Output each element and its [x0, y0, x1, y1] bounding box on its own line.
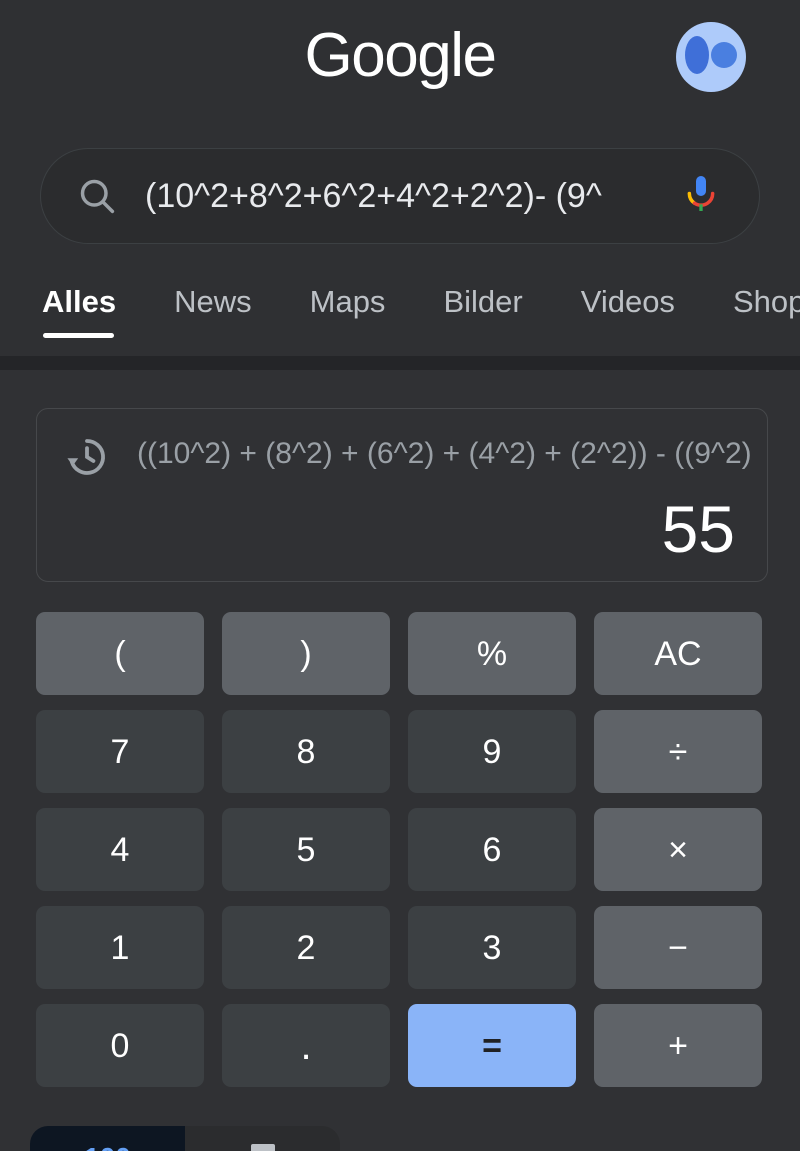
- close-paren-key[interactable]: ): [222, 612, 390, 695]
- tab-bilder[interactable]: Bilder: [443, 270, 522, 320]
- digit-0-key[interactable]: 0: [36, 1004, 204, 1087]
- tab-count-badge[interactable]: 100: [30, 1126, 185, 1151]
- percent-key[interactable]: %: [408, 612, 576, 695]
- digit-7-key[interactable]: 7: [36, 710, 204, 793]
- digit-9-key[interactable]: 9: [408, 710, 576, 793]
- digit-1-key[interactable]: 1: [36, 906, 204, 989]
- tab-news[interactable]: News: [174, 270, 252, 320]
- google-search-calculator-screen: Google (10^2+8^2+6^2+4^2+2^2)- (9^ Alles…: [0, 0, 800, 1151]
- account-avatar[interactable]: [676, 22, 746, 92]
- tab-alles[interactable]: Alles: [42, 270, 116, 338]
- all-clear-key[interactable]: AC: [594, 612, 762, 695]
- browser-bottom-bar: 100: [30, 1126, 340, 1151]
- equals-key[interactable]: =: [408, 1004, 576, 1087]
- calculator-display-card: ((10^2) + (8^2) + (6^2) + (4^2) + (2^2))…: [36, 408, 768, 582]
- tab-videos[interactable]: Videos: [581, 270, 675, 320]
- decimal-point-key[interactable]: .: [222, 1004, 390, 1087]
- multiply-key[interactable]: ×: [594, 808, 762, 891]
- tab-shopping[interactable]: Shopping: [733, 270, 800, 320]
- header: Google (10^2+8^2+6^2+4^2+2^2)- (9^ Alles…: [0, 0, 800, 356]
- add-key[interactable]: +: [594, 1004, 762, 1087]
- tab-switcher-icon: [250, 1144, 275, 1151]
- search-icon[interactable]: [75, 174, 119, 218]
- open-paren-key[interactable]: (: [36, 612, 204, 695]
- search-input[interactable]: (10^2+8^2+6^2+4^2+2^2)- (9^: [145, 176, 671, 216]
- avatar-blob-left: [685, 36, 709, 74]
- subtract-key[interactable]: −: [594, 906, 762, 989]
- digit-5-key[interactable]: 5: [222, 808, 390, 891]
- search-tabs: Alles News Maps Bilder Videos Shopping: [0, 270, 800, 356]
- header-divider: [0, 356, 800, 370]
- calculator-result: 55: [661, 492, 735, 566]
- calculator-keypad: ()% AC 7 8 9 ÷ 4 5 6 × 1 2 3− 0. = +: [36, 612, 764, 1087]
- digit-8-key[interactable]: 8: [222, 710, 390, 793]
- digit-2-key[interactable]: 2: [222, 906, 390, 989]
- avatar-blob-right: [711, 42, 737, 68]
- divide-key[interactable]: ÷: [594, 710, 762, 793]
- tab-switcher-button[interactable]: [185, 1126, 340, 1151]
- history-icon[interactable]: [63, 433, 111, 481]
- digit-6-key[interactable]: 6: [408, 808, 576, 891]
- tab-maps[interactable]: Maps: [310, 270, 386, 320]
- search-bar[interactable]: (10^2+8^2+6^2+4^2+2^2)- (9^: [40, 148, 760, 244]
- calculator-expression: ((10^2) + (8^2) + (6^2) + (4^2) + (2^2))…: [137, 437, 751, 470]
- microphone-icon[interactable]: [681, 172, 721, 220]
- digit-4-key[interactable]: 4: [36, 808, 204, 891]
- digit-3-key[interactable]: 3: [408, 906, 576, 989]
